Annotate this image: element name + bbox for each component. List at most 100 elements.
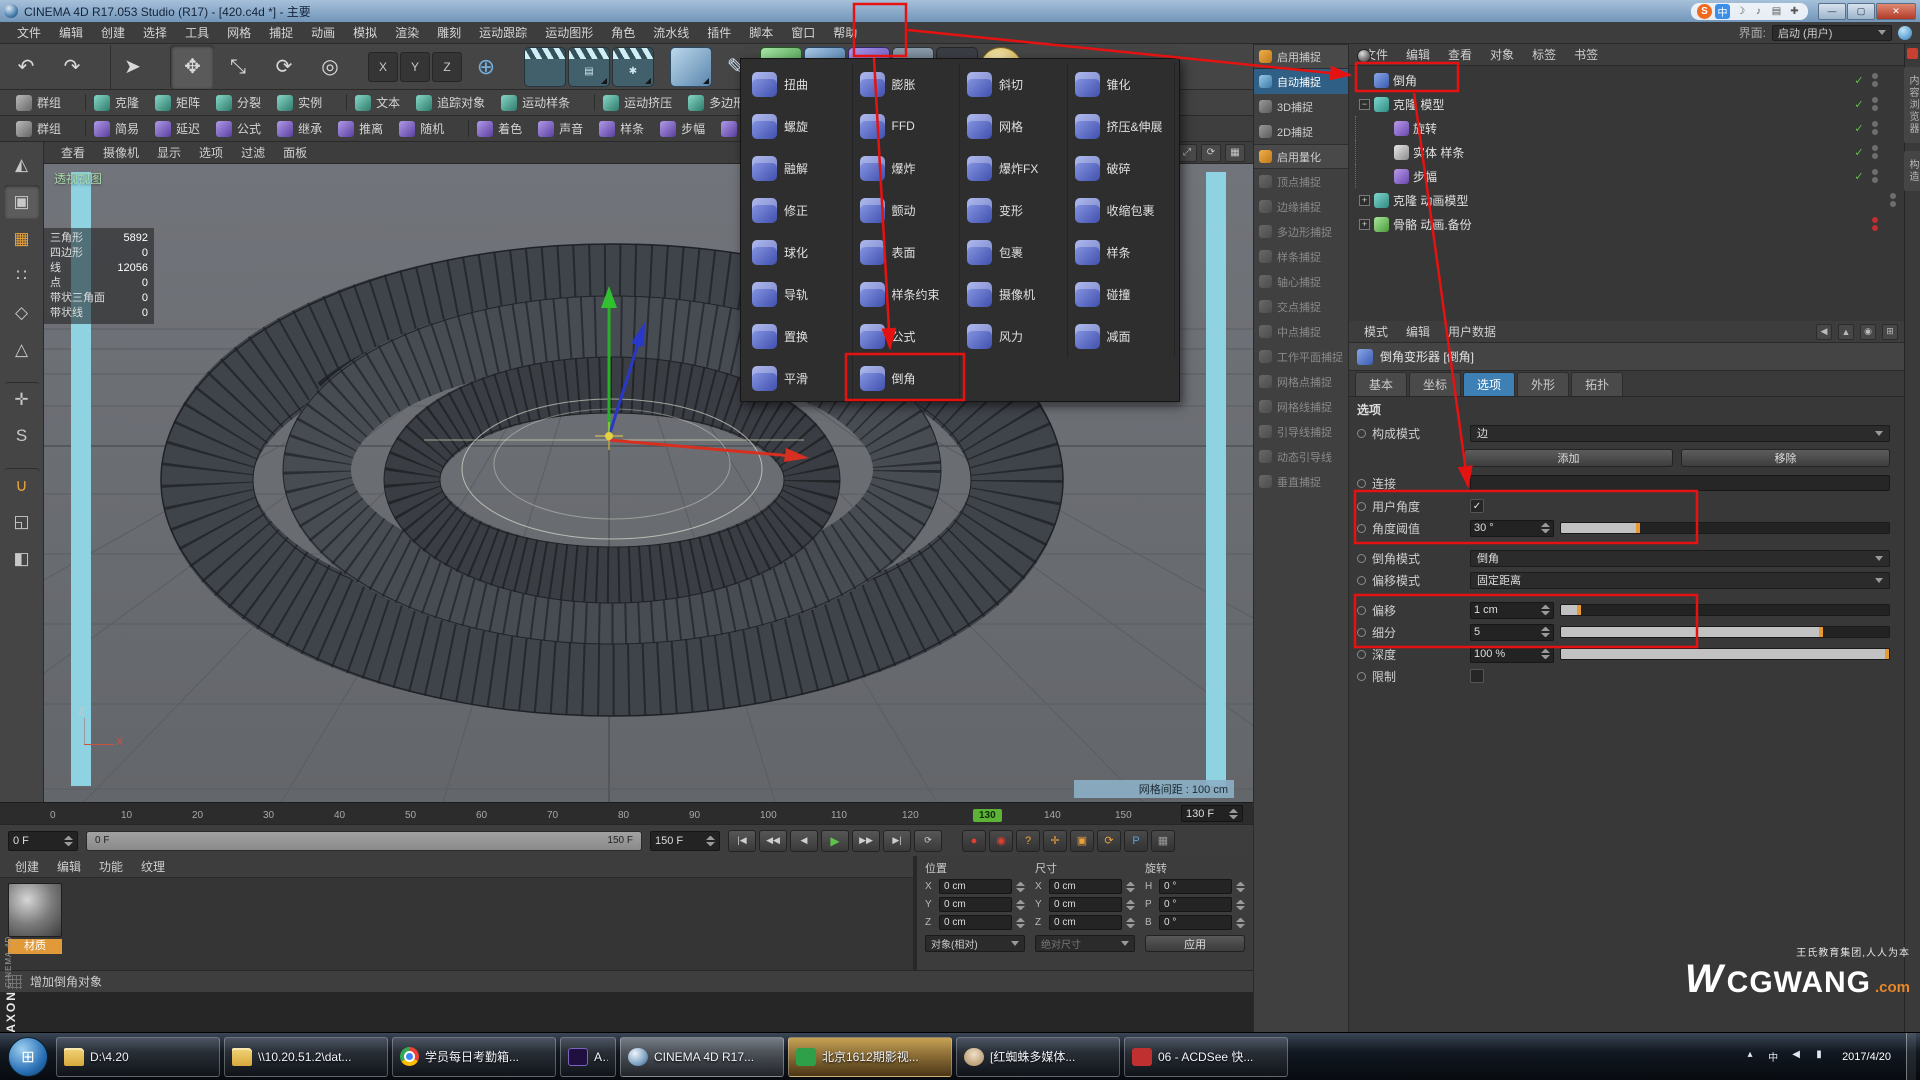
wrap-deformer-item[interactable]: 包裹 (960, 231, 1068, 273)
attribute-menu-item[interactable]: 用户数据 (1439, 323, 1505, 340)
step-effector-button[interactable]: 步幅 (652, 120, 713, 137)
edges-mode-button[interactable]: ◇ (4, 296, 40, 330)
viewport-solo-button[interactable]: S (4, 419, 40, 453)
render-view-button[interactable] (524, 47, 566, 87)
cloner-button[interactable]: 克隆 (85, 94, 147, 111)
attribute-menu-item[interactable]: 模式 (1355, 323, 1397, 340)
menu-item[interactable]: 插件 (698, 24, 740, 41)
inheritance-effector-button[interactable]: 继承 (269, 120, 330, 137)
record-pla-toggle[interactable]: ▦ (1151, 830, 1175, 852)
taskbar-acdsee[interactable]: 06 - ACDSee 快... (1124, 1037, 1288, 1077)
mospline-button[interactable]: 运动样条 (493, 94, 578, 111)
size-input[interactable]: 0 cm (1049, 915, 1122, 930)
sound-effector-button[interactable]: 声音 (530, 120, 591, 137)
angle-threshold-slider[interactable] (1560, 522, 1890, 534)
object-row[interactable]: + 克隆 动画模型 (1349, 188, 1904, 212)
enabled-check[interactable]: ✓ (1852, 98, 1866, 111)
coordinate-mode-dropdown[interactable]: 对象(相对) (925, 935, 1025, 952)
ime-toolbox-icon[interactable]: ✚ (1787, 4, 1802, 19)
formula-deformer-item[interactable]: 公式 (853, 315, 961, 357)
scale-tool[interactable]: ⤡ (216, 45, 260, 89)
maximize-button[interactable]: ▢ (1847, 3, 1875, 20)
value-stepper[interactable] (1126, 899, 1135, 911)
limit-checkbox[interactable] (1470, 669, 1484, 683)
start-button[interactable]: ⊞ (8, 1037, 48, 1077)
side-tab[interactable]: 构造 (1904, 151, 1920, 191)
lock-x-axis-button[interactable]: X (368, 52, 398, 82)
am-lock-icon[interactable]: ◉ (1860, 324, 1876, 340)
value-stepper[interactable] (1016, 881, 1025, 893)
am-up-icon[interactable]: ▲ (1838, 324, 1854, 340)
anim-dot[interactable] (1357, 502, 1366, 511)
anim-dot[interactable] (1357, 429, 1366, 438)
anim-dot[interactable] (1357, 606, 1366, 615)
object-manager-menu-item[interactable]: 标签 (1523, 46, 1565, 63)
attribute-tab[interactable]: 基本 (1355, 372, 1407, 396)
camera-deformer-item[interactable]: 摄像机 (960, 273, 1068, 315)
spline-effector-button[interactable]: 样条 (591, 120, 652, 137)
menu-item[interactable]: 运动跟踪 (470, 24, 536, 41)
make-editable-button[interactable]: ◭ (4, 148, 40, 182)
explosion-fx-deformer-item[interactable]: 爆炸FX (960, 147, 1068, 189)
record-position-toggle[interactable]: ✛ (1043, 830, 1067, 852)
value-stepper[interactable] (1541, 604, 1550, 616)
record-keyframe-button[interactable]: ● (962, 830, 986, 852)
anim-dot[interactable] (1357, 524, 1366, 533)
enable-snap-button[interactable]: ∪ (4, 468, 40, 502)
compose-mode-select[interactable]: 边 (1470, 425, 1890, 442)
material-menu-item[interactable]: 编辑 (48, 858, 90, 875)
tray-clock[interactable]: 2017/4/20 (1834, 1051, 1899, 1063)
value-stepper[interactable] (1236, 917, 1245, 929)
add-primitive-button[interactable] (670, 47, 712, 87)
ime-skin-icon[interactable]: ☽ (1733, 4, 1748, 19)
render-picture-viewer-button[interactable]: ▤ (568, 47, 610, 87)
menu-item[interactable]: 动画 (302, 24, 344, 41)
taper-deformer-item[interactable]: 锥化 (1068, 63, 1176, 105)
anim-dot[interactable] (1357, 479, 1366, 488)
melt-deformer-item[interactable]: 融解 (745, 147, 853, 189)
zoom-view-icon[interactable]: ⤢ (1177, 144, 1197, 162)
delay-effector-button[interactable]: 延迟 (147, 120, 208, 137)
value-stepper[interactable] (1541, 626, 1550, 638)
rotation-input[interactable]: 0 ° (1159, 915, 1232, 930)
shader-effector-button[interactable]: 着色 (468, 120, 530, 137)
snap-item[interactable]: 轴心捕捉 (1254, 269, 1348, 294)
expand-toggle[interactable]: + (1359, 195, 1370, 206)
object-manager-menu-item[interactable]: 查看 (1439, 46, 1481, 63)
help-icon[interactable] (1898, 26, 1912, 40)
play-button[interactable]: ▶ (821, 830, 849, 852)
expand-toggle[interactable] (1359, 75, 1370, 86)
correction-deformer-item[interactable]: 修正 (745, 189, 853, 231)
mograph-group-button[interactable]: 群组 (8, 94, 69, 111)
render-settings-button[interactable]: ✱ (612, 47, 654, 87)
menu-item[interactable]: 选择 (134, 24, 176, 41)
undo-button[interactable]: ↶ (4, 45, 48, 89)
shrink-wrap-deformer-item[interactable]: 收缩包裹 (1068, 189, 1176, 231)
bulge-deformer-item[interactable]: 膨胀 (853, 63, 961, 105)
value-stepper[interactable] (1126, 917, 1135, 929)
prev-key-button[interactable]: ◀◀ (759, 830, 787, 852)
goto-end-button[interactable]: ▶| (883, 830, 911, 852)
squash-stretch-deformer-item[interactable]: 挤压&伸展 (1068, 105, 1176, 147)
expand-toggle[interactable]: + (1359, 219, 1370, 230)
surface-deformer-item[interactable]: 表面 (853, 231, 961, 273)
object-manager-menu-item[interactable]: 书签 (1565, 46, 1607, 63)
explosion-deformer-item[interactable]: 爆炸 (853, 147, 961, 189)
object-row[interactable]: − 克隆 模型 ✓ (1349, 92, 1904, 116)
object-manager-menu-item[interactable]: 编辑 (1397, 46, 1439, 63)
snap-item[interactable]: 顶点捕捉 (1254, 169, 1348, 194)
snap-item[interactable]: 动态引导线 (1254, 444, 1348, 469)
spherify-deformer-item[interactable]: 球化 (745, 231, 853, 273)
object-tag[interactable] (1884, 73, 1898, 87)
workplane-lock-button[interactable]: ◱ (4, 505, 40, 539)
anim-dot[interactable] (1357, 650, 1366, 659)
expand-toggle[interactable] (1379, 123, 1390, 134)
prev-frame-button[interactable]: ◀ (790, 830, 818, 852)
user-angle-checkbox[interactable]: ✓ (1470, 499, 1484, 513)
mesh-deformer-item[interactable]: 网格 (960, 105, 1068, 147)
push-apart-effector-button[interactable]: 推离 (330, 120, 391, 137)
position-input[interactable]: 0 cm (939, 915, 1012, 930)
material-menu-item[interactable]: 功能 (90, 858, 132, 875)
angle-threshold-input[interactable]: 30 ° (1470, 520, 1554, 537)
visibility-dots[interactable] (1870, 145, 1880, 159)
